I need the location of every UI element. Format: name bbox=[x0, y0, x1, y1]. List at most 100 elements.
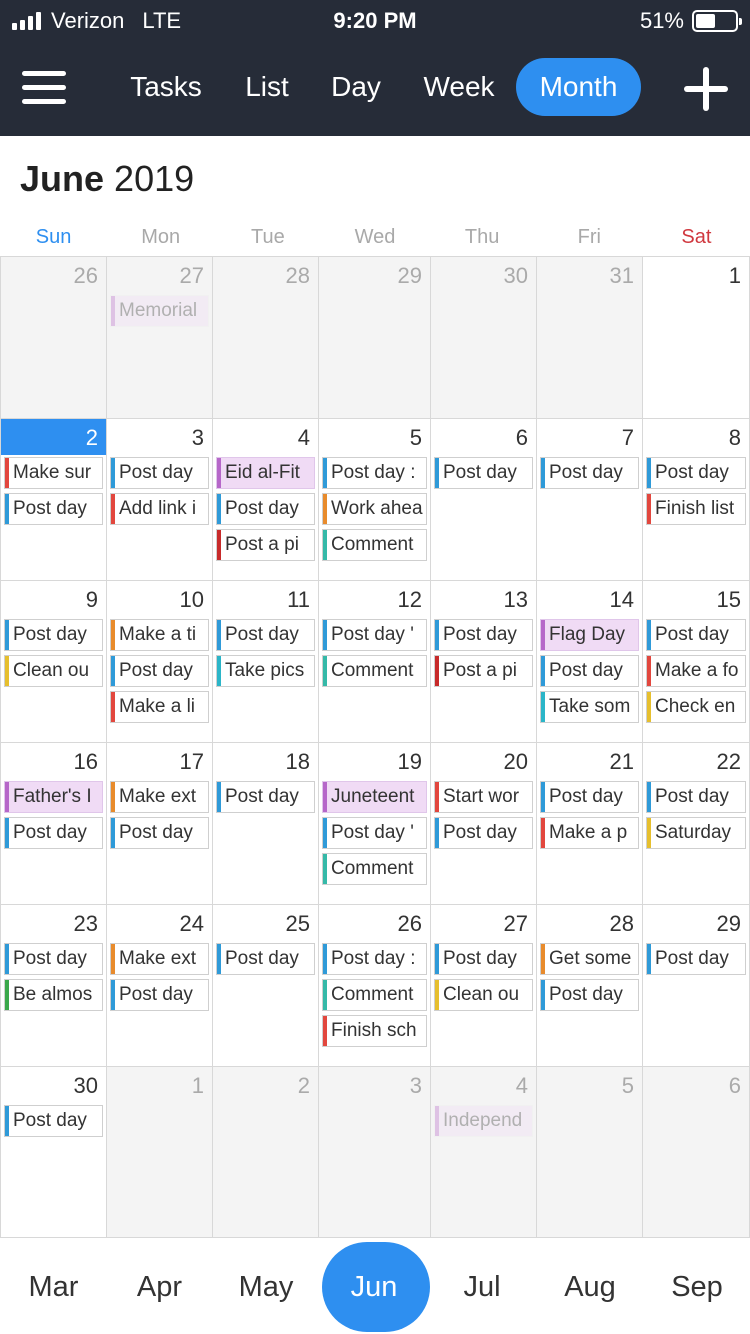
hamburger-menu-icon[interactable] bbox=[22, 71, 66, 105]
task-event[interactable]: Comment bbox=[322, 529, 427, 561]
day-cell[interactable]: 5 Post day : Work ahea Comment bbox=[319, 419, 431, 581]
task-event[interactable]: Be almos bbox=[4, 979, 103, 1011]
tab-list[interactable]: List bbox=[234, 58, 300, 116]
day-cell[interactable]: 24 Make ext Post day bbox=[107, 905, 213, 1067]
day-cell[interactable]: 27 Memorial bbox=[107, 257, 213, 419]
task-event[interactable]: Make a ti bbox=[110, 619, 209, 651]
holiday-event[interactable]: Memorial bbox=[110, 295, 209, 327]
day-cell[interactable]: 26 bbox=[1, 257, 107, 419]
day-cell[interactable]: 26 Post day : Comment Finish sch bbox=[319, 905, 431, 1067]
task-event[interactable]: Post day bbox=[540, 781, 639, 813]
day-cell[interactable]: 19 Juneteent Post day ' Comment bbox=[319, 743, 431, 905]
day-cell[interactable]: 6 Post day bbox=[431, 419, 537, 581]
day-cell[interactable]: 27 Post day Clean ou bbox=[431, 905, 537, 1067]
day-cell[interactable]: 12 Post day ' Comment bbox=[319, 581, 431, 743]
task-event[interactable]: Make sur bbox=[4, 457, 103, 489]
task-event[interactable]: Clean ou bbox=[434, 979, 533, 1011]
day-cell[interactable]: 4 Eid al-Fit Post day Post a pi bbox=[213, 419, 319, 581]
day-cell[interactable]: 8 Post day Finish list bbox=[643, 419, 750, 581]
task-event[interactable]: Post day bbox=[434, 943, 533, 975]
task-event[interactable]: Post day bbox=[216, 943, 315, 975]
day-cell[interactable]: 14 Flag Day Post day Take som bbox=[537, 581, 643, 743]
task-event[interactable]: Check en bbox=[646, 691, 746, 723]
task-event[interactable]: Post day bbox=[110, 457, 209, 489]
holiday-event[interactable]: Eid al-Fit bbox=[216, 457, 315, 489]
task-event[interactable]: Post day bbox=[434, 457, 533, 489]
day-cell[interactable]: 5 bbox=[537, 1067, 643, 1238]
holiday-event[interactable]: Flag Day bbox=[540, 619, 639, 651]
task-event[interactable]: Post day ' bbox=[322, 817, 427, 849]
task-event[interactable]: Make ext bbox=[110, 943, 209, 975]
task-event[interactable]: Finish list bbox=[646, 493, 746, 525]
day-cell[interactable]: 16 Father's I Post day bbox=[1, 743, 107, 905]
task-event[interactable]: Post day bbox=[110, 655, 209, 687]
tab-day[interactable]: Day bbox=[322, 58, 390, 116]
month-jun[interactable]: Jun bbox=[320, 1240, 428, 1334]
tab-month[interactable]: Month bbox=[516, 58, 641, 116]
task-event[interactable]: Post day bbox=[646, 457, 746, 489]
task-event[interactable]: Post day ' bbox=[322, 619, 427, 651]
task-event[interactable]: Comment bbox=[322, 655, 427, 687]
day-cell[interactable]: 18 Post day bbox=[213, 743, 319, 905]
task-event[interactable]: Post day bbox=[540, 979, 639, 1011]
task-event[interactable]: Comment bbox=[322, 979, 427, 1011]
add-icon[interactable] bbox=[684, 67, 728, 111]
month-mar[interactable]: Mar bbox=[0, 1240, 107, 1334]
tab-week[interactable]: Week bbox=[414, 58, 504, 116]
task-event[interactable]: Comment bbox=[322, 853, 427, 885]
tab-tasks[interactable]: Tasks bbox=[118, 58, 214, 116]
day-cell[interactable]: 11 Post day Take pics bbox=[213, 581, 319, 743]
day-cell[interactable]: 7 Post day bbox=[537, 419, 643, 581]
day-cell[interactable]: 3 bbox=[319, 1067, 431, 1238]
task-event[interactable]: Post day : bbox=[322, 457, 427, 489]
day-cell[interactable]: 20 Start wor Post day bbox=[431, 743, 537, 905]
month-apr[interactable]: Apr bbox=[107, 1240, 212, 1334]
task-event[interactable]: Post day bbox=[4, 943, 103, 975]
task-event[interactable]: Post day bbox=[4, 1105, 103, 1137]
day-cell[interactable]: 1 bbox=[643, 257, 750, 419]
task-event[interactable]: Post day bbox=[216, 493, 315, 525]
task-event[interactable]: Post day : bbox=[322, 943, 427, 975]
day-cell[interactable]: 13 Post day Post a pi bbox=[431, 581, 537, 743]
day-cell[interactable]: 30 bbox=[431, 257, 537, 419]
task-event[interactable]: Post day bbox=[540, 457, 639, 489]
task-event[interactable]: Take pics bbox=[216, 655, 315, 687]
day-cell[interactable]: 22 Post day Saturday bbox=[643, 743, 750, 905]
month-aug[interactable]: Aug bbox=[536, 1240, 644, 1334]
day-cell[interactable]: 10 Make a ti Post day Make a li bbox=[107, 581, 213, 743]
day-cell[interactable]: 4 Independ bbox=[431, 1067, 537, 1238]
day-cell[interactable]: 9 Post day Clean ou bbox=[1, 581, 107, 743]
day-cell[interactable]: 21 Post day Make a p bbox=[537, 743, 643, 905]
task-event[interactable]: Work ahea bbox=[322, 493, 427, 525]
task-event[interactable]: Post day bbox=[646, 781, 746, 813]
day-cell[interactable]: 28 bbox=[213, 257, 319, 419]
day-cell[interactable]: 29 bbox=[319, 257, 431, 419]
day-cell[interactable]: 2 bbox=[213, 1067, 319, 1238]
task-event[interactable]: Post day bbox=[540, 655, 639, 687]
day-cell[interactable]: 31 bbox=[537, 257, 643, 419]
task-event[interactable]: Post day bbox=[434, 817, 533, 849]
task-event[interactable]: Post day bbox=[216, 781, 315, 813]
task-event[interactable]: Post day bbox=[646, 619, 746, 651]
day-cell[interactable]: 15 Post day Make a fo Check en bbox=[643, 581, 750, 743]
day-cell[interactable]: 23 Post day Be almos bbox=[1, 905, 107, 1067]
day-cell[interactable]: 29 Post day bbox=[643, 905, 750, 1067]
day-cell[interactable]: 17 Make ext Post day bbox=[107, 743, 213, 905]
task-event[interactable]: Take som bbox=[540, 691, 639, 723]
task-event[interactable]: Post a pi bbox=[216, 529, 315, 561]
task-event[interactable]: Post day bbox=[4, 817, 103, 849]
task-event[interactable]: Make a li bbox=[110, 691, 209, 723]
month-sep[interactable]: Sep bbox=[644, 1240, 750, 1334]
day-cell[interactable]: 25 Post day bbox=[213, 905, 319, 1067]
task-event[interactable]: Post day bbox=[216, 619, 315, 651]
day-cell[interactable]: 2 Make sur Post day bbox=[1, 419, 107, 581]
task-event[interactable]: Post day bbox=[110, 817, 209, 849]
task-event[interactable]: Post day bbox=[646, 943, 746, 975]
holiday-event[interactable]: Juneteent bbox=[322, 781, 427, 813]
day-cell[interactable]: 28 Get some Post day bbox=[537, 905, 643, 1067]
day-cell[interactable]: 6 bbox=[643, 1067, 750, 1238]
task-event[interactable]: Post day bbox=[110, 979, 209, 1011]
task-event[interactable]: Post day bbox=[4, 619, 103, 651]
holiday-event[interactable]: Father's I bbox=[4, 781, 103, 813]
task-event[interactable]: Post a pi bbox=[434, 655, 533, 687]
